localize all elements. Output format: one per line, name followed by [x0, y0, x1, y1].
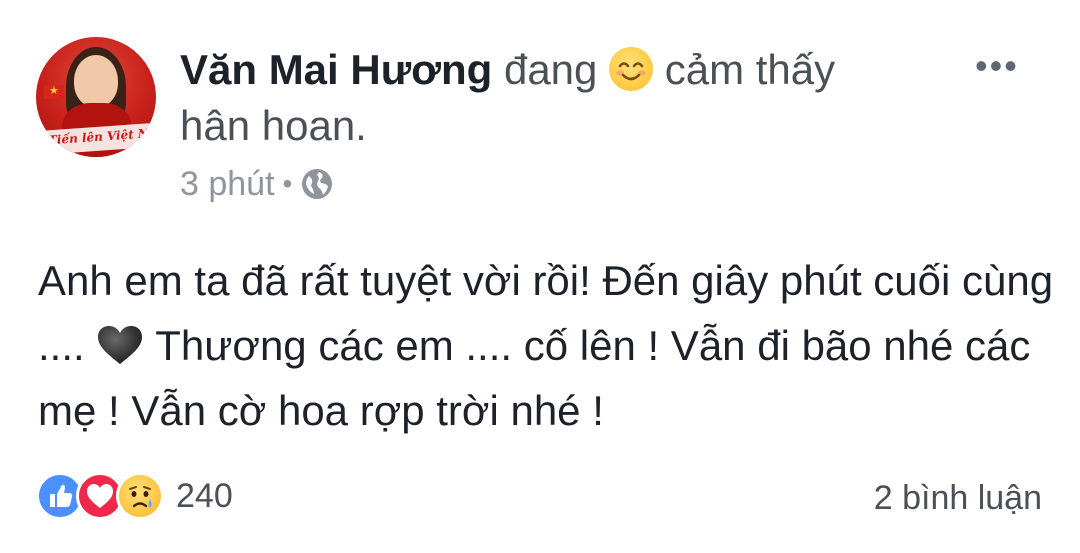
- reactions-bar[interactable]: 240: [36, 472, 233, 520]
- more-options-button[interactable]: •••: [975, 48, 1019, 84]
- globe-icon[interactable]: [300, 167, 334, 201]
- post-text-part2: Thương các em .... cố lên ! Vẫn đi bão n…: [38, 322, 1031, 434]
- avatar-face: [74, 55, 118, 107]
- post-meta: 3 phút •: [180, 162, 334, 206]
- comment-count-link[interactable]: 2 bình luận: [874, 476, 1042, 520]
- post-content: Anh em ta đã rất tuyệt vời rồi! Đến giây…: [38, 248, 1058, 443]
- status-suffix: cảm thấy: [664, 46, 836, 93]
- flag-icon: [44, 84, 64, 99]
- author-name[interactable]: Văn Mai Hương: [180, 46, 492, 93]
- status-prefix: đang: [503, 46, 598, 93]
- reaction-count[interactable]: 240: [176, 472, 233, 520]
- avatar[interactable]: Tiến lên Việt Nam ơi!: [36, 37, 156, 157]
- sad-icon: [116, 472, 164, 520]
- meta-separator: •: [282, 168, 293, 199]
- black-heart-icon: [96, 319, 144, 364]
- post-header: Văn Mai Hương đang cảm thấy hân hoan.: [180, 42, 940, 154]
- avatar-badge: Tiến lên Việt Nam ơi!: [39, 123, 156, 155]
- feeling-text[interactable]: hân hoan.: [180, 102, 367, 149]
- post-time[interactable]: 3 phút: [180, 162, 275, 206]
- smiling-face-icon: [609, 47, 654, 91]
